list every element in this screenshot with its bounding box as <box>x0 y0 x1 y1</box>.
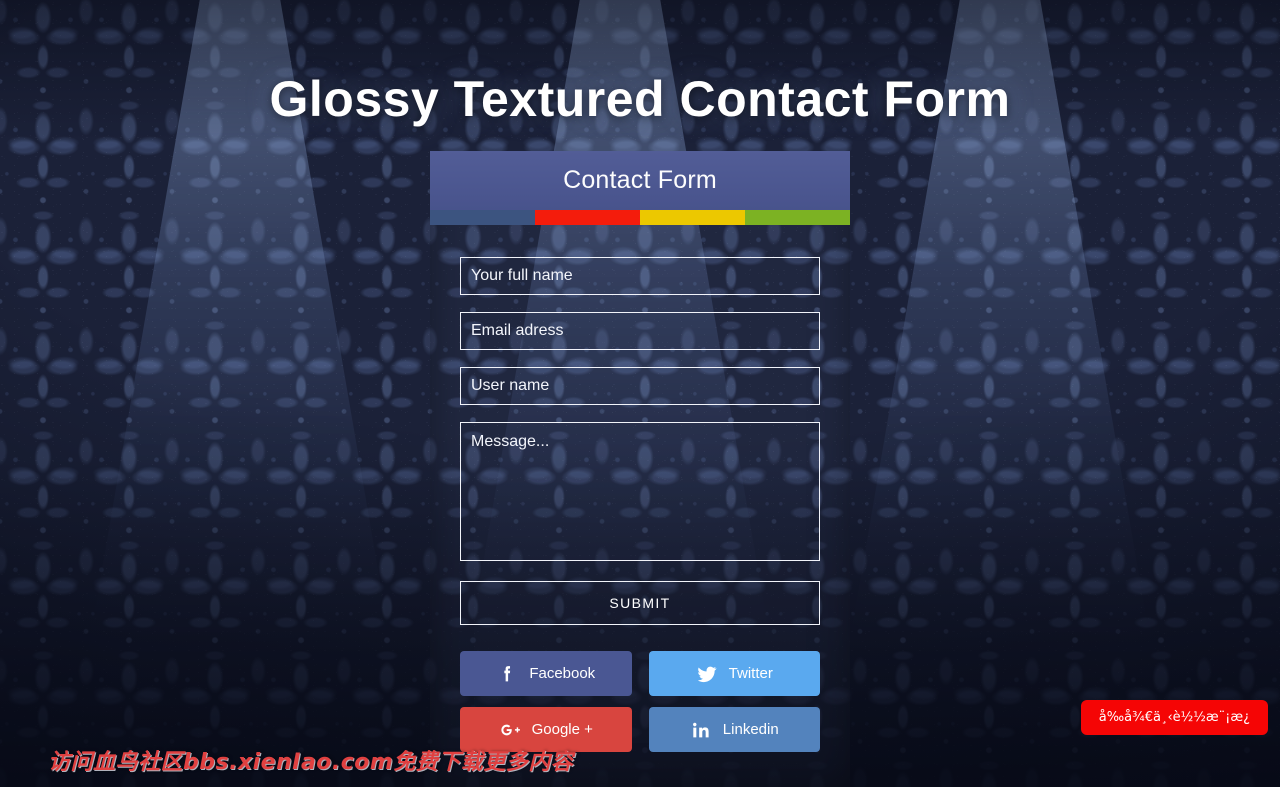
social-buttons-grid: Facebook Twitter Google + Linkedin <box>460 651 820 752</box>
twitter-button-label: Twitter <box>728 665 773 682</box>
page-root: Glossy Textured Contact Form Contact For… <box>0 0 1280 787</box>
contact-form-card: Contact Form SUBMIT Facebook <box>430 151 850 787</box>
twitter-icon <box>696 663 718 685</box>
linkedin-button-label: Linkedin <box>722 721 779 738</box>
page-title: Glossy Textured Contact Form <box>269 71 1011 127</box>
facebook-button-label: Facebook <box>529 665 596 682</box>
facebook-icon <box>496 663 518 685</box>
site-watermark: 访问血鸟社区bbs.xienIao.com免费下载更多内容 <box>48 750 574 775</box>
linkedin-icon <box>690 719 712 741</box>
form-body: SUBMIT Facebook Twitter <box>430 225 850 752</box>
color-bar-segment-yellow <box>640 210 745 225</box>
google-plus-icon <box>499 719 521 741</box>
full-name-input[interactable] <box>460 257 820 295</box>
submit-button[interactable]: SUBMIT <box>460 581 820 625</box>
color-accent-bar <box>430 210 850 225</box>
facebook-share-button[interactable]: Facebook <box>460 651 632 696</box>
linkedin-share-button[interactable]: Linkedin <box>648 707 820 752</box>
color-bar-segment-red <box>535 210 640 225</box>
form-header-title: Contact Form <box>563 166 717 194</box>
twitter-share-button[interactable]: Twitter <box>648 651 820 696</box>
color-bar-segment-blue <box>430 210 535 225</box>
email-input[interactable] <box>460 312 820 350</box>
download-template-badge[interactable]: å‰å¾€ä¸‹è½½æ¨¡æ¿ <box>1080 700 1268 735</box>
username-input[interactable] <box>460 367 820 405</box>
form-header: Contact Form <box>430 151 850 210</box>
google-plus-button-label: Google + <box>531 721 593 738</box>
message-textarea[interactable] <box>460 422 820 561</box>
color-bar-segment-green <box>745 210 850 225</box>
